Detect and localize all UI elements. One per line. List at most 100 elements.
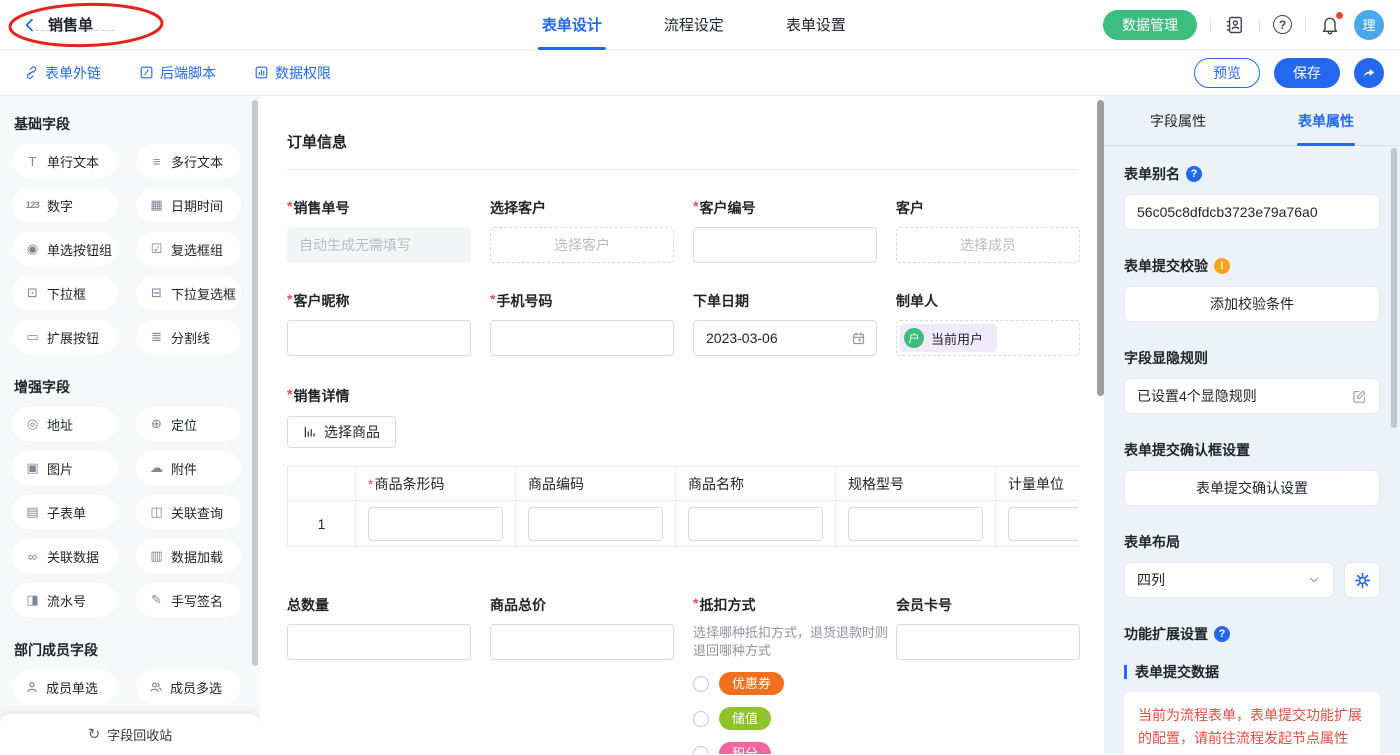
field-item-select[interactable]: ⊡下拉框: [12, 276, 117, 310]
extension-help-icon[interactable]: ?: [1214, 626, 1230, 642]
help-icon[interactable]: ?: [1273, 15, 1292, 34]
submit-validation-label: 表单提交校验: [1124, 256, 1208, 276]
tab-form-design[interactable]: 表单设计: [542, 0, 602, 50]
radio-unselected[interactable]: [693, 711, 709, 727]
field-choose-customer[interactable]: 选择客户 选择客户: [490, 198, 693, 263]
add-validation-button[interactable]: 添加校验条件: [1124, 286, 1380, 322]
panel-scrollbar[interactable]: [1391, 148, 1397, 428]
field-item-radio-group[interactable]: ◉单选按钮组: [12, 232, 117, 266]
field-item-signature[interactable]: ✎手写签名: [136, 583, 241, 617]
script-icon: [139, 65, 154, 80]
phone-number-input[interactable]: [490, 320, 674, 356]
field-order-maker[interactable]: 制单人 户 当前用户: [896, 291, 1099, 356]
product-code-cell-input[interactable]: [528, 507, 663, 541]
field-item-number[interactable]: 123数字: [12, 188, 117, 222]
field-sales-order-no[interactable]: *销售单号 自动生成无需填写: [287, 198, 490, 263]
form-layout-select[interactable]: 四列: [1124, 562, 1334, 598]
order-maker-picker[interactable]: 户 当前用户: [896, 320, 1080, 356]
customer-member-picker[interactable]: 选择成员: [896, 227, 1080, 263]
field-item-subform[interactable]: ▤子表单: [12, 495, 117, 529]
form-external-link[interactable]: 表单外链: [24, 63, 101, 83]
data-permission-link[interactable]: 数据权限: [254, 63, 331, 83]
textarea-icon: ≡: [149, 154, 164, 169]
tab-field-properties[interactable]: 字段属性: [1104, 96, 1252, 145]
option-pill: 积分: [719, 742, 771, 754]
layout-settings-button[interactable]: [1344, 562, 1380, 598]
share-button[interactable]: [1354, 58, 1384, 88]
field-item-member-multi[interactable]: 成员多选: [136, 670, 241, 704]
sidebar-scrollbar[interactable]: [252, 100, 258, 666]
data-manage-button[interactable]: 数据管理: [1103, 10, 1197, 40]
visibility-rules-field[interactable]: 已设置4个显隐规则: [1124, 378, 1380, 414]
field-item-attachment[interactable]: ☁附件: [136, 451, 241, 485]
alias-help-icon[interactable]: ?: [1186, 166, 1202, 182]
discount-option-coupon[interactable]: 优惠券: [693, 672, 896, 695]
backend-script-link[interactable]: 后端脚本: [139, 63, 216, 83]
customer-nickname-input[interactable]: [287, 320, 471, 356]
product-name-cell-input[interactable]: [688, 507, 823, 541]
field-item-linked-query[interactable]: ◫关联查询: [136, 495, 241, 529]
link-icon: [24, 65, 39, 80]
tab-form-setting[interactable]: 表单设置: [786, 0, 846, 50]
submit-confirm-button[interactable]: 表单提交确认设置: [1124, 470, 1380, 506]
member-card-no-input[interactable]: [896, 624, 1080, 660]
field-item-image[interactable]: ▣图片: [12, 451, 117, 485]
form-layout-label: 表单布局: [1124, 532, 1180, 552]
edit-icon[interactable]: [1352, 389, 1367, 404]
back-button[interactable]: [22, 17, 38, 33]
spec-model-cell-input[interactable]: [848, 507, 983, 541]
field-total-quantity[interactable]: 总数量: [287, 595, 490, 660]
discount-option-stored-value[interactable]: 储值: [693, 707, 896, 730]
field-item-data-load[interactable]: ▥数据加载: [136, 539, 241, 573]
contacts-icon[interactable]: [1224, 14, 1246, 36]
notifications-bell-icon[interactable]: [1319, 14, 1341, 36]
chevron-left-icon: [22, 17, 38, 33]
field-customer-nickname[interactable]: *客户昵称: [287, 291, 490, 356]
preview-button[interactable]: 预览: [1194, 58, 1260, 88]
field-discount-method[interactable]: *抵扣方式 选择哪种抵扣方式，退货退款时则退回哪种方式 优惠券 储值 积分 无抵…: [693, 595, 896, 754]
field-total-price[interactable]: 商品总价: [490, 595, 693, 660]
group-title-order-info: 订单信息: [287, 131, 1104, 152]
sales-order-no-input[interactable]: 自动生成无需填写: [287, 227, 471, 263]
total-price-input[interactable]: [490, 624, 674, 660]
field-phone-number[interactable]: *手机号码: [490, 291, 693, 356]
field-item-member-single[interactable]: 成员单选: [12, 670, 117, 704]
unit-cell-input[interactable]: [1008, 507, 1078, 541]
field-item-extend-button[interactable]: ▭扩展按钮: [12, 320, 117, 354]
field-recycle-bin[interactable]: ↻ 字段回收站: [0, 714, 260, 754]
customer-code-input[interactable]: [693, 227, 877, 263]
canvas-scrollbar[interactable]: [1097, 100, 1104, 396]
field-customer-code[interactable]: *客户编号: [693, 198, 896, 263]
barcode-cell-input[interactable]: [368, 507, 503, 541]
order-date-input[interactable]: 2023-03-06: [693, 320, 877, 356]
user-avatar[interactable]: 理: [1354, 10, 1384, 40]
field-item-multi-select[interactable]: ⊟下拉复选框: [136, 276, 241, 310]
form-alias-input[interactable]: 56c05c8dfdcb3723e79a76a0: [1124, 194, 1380, 230]
radio-unselected[interactable]: [693, 676, 709, 692]
section-title-basic-fields: 基础字段: [14, 114, 260, 134]
validation-warning-icon[interactable]: !: [1214, 258, 1230, 274]
field-item-location[interactable]: ⊕定位: [136, 407, 241, 441]
field-item-linked-data[interactable]: ∞关联数据: [12, 539, 117, 573]
field-customer[interactable]: 客户 选择成员: [896, 198, 1099, 263]
bar-chart-icon: [303, 425, 317, 439]
discount-option-points[interactable]: 积分: [693, 742, 896, 754]
save-button[interactable]: 保存: [1274, 58, 1340, 88]
tab-flow-setting[interactable]: 流程设定: [664, 0, 724, 50]
field-item-datetime[interactable]: ▦日期时间: [136, 188, 241, 222]
total-quantity-input[interactable]: [287, 624, 471, 660]
field-item-single-line-text[interactable]: T单行文本: [12, 144, 117, 178]
form-title[interactable]: 销售单: [48, 14, 93, 35]
radio-unselected[interactable]: [693, 746, 709, 755]
field-item-serial-number[interactable]: ◨流水号: [12, 583, 117, 617]
field-item-multi-line-text[interactable]: ≡多行文本: [136, 144, 241, 178]
group-divider: [287, 169, 1078, 170]
choose-customer-picker[interactable]: 选择客户: [490, 227, 674, 263]
field-member-card-no[interactable]: 会员卡号: [896, 595, 1099, 660]
tab-form-properties[interactable]: 表单属性: [1252, 96, 1400, 145]
field-item-address[interactable]: ◎地址: [12, 407, 117, 441]
field-item-divider[interactable]: ≣分割线: [136, 320, 241, 354]
choose-product-button[interactable]: 选择商品: [287, 416, 396, 448]
field-order-date[interactable]: 下单日期 2023-03-06: [693, 291, 896, 356]
field-item-checkbox-group[interactable]: ☑复选框组: [136, 232, 241, 266]
